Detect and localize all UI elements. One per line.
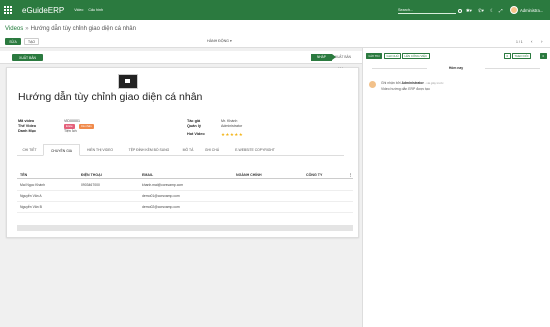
table-cell[interactable]: khanh.mai@corsvamp.com <box>142 183 183 187</box>
search-input[interactable]: Search... <box>398 7 456 14</box>
breadcrumb-separator: » <box>25 26 29 32</box>
field-value-code[interactable]: VID00001 <box>64 119 80 123</box>
message-header: Ghi nhận bởi Administrator - vài giây tr… <box>381 81 444 85</box>
breadcrumb: Videos» Hướng dẫn tùy chỉnh giao diện cá … <box>5 26 136 32</box>
field-label-hot-video: Hot Video <box>187 132 205 136</box>
stage-published[interactable]: XUẤT BẢN <box>329 54 357 61</box>
message-meta: - vài giây trước <box>424 81 444 85</box>
publish-button[interactable]: XUẤT BẢN <box>12 54 43 61</box>
field-value-author[interactable]: Mr. Khánh <box>221 119 237 123</box>
edit-button[interactable]: SỬA <box>5 38 21 45</box>
column-header-email[interactable]: EMAIL <box>142 173 153 177</box>
breadcrumb-videos[interactable]: Videos <box>5 26 23 32</box>
column-header-name[interactable]: TÊN <box>20 173 27 177</box>
field-label-manager: Quản lý <box>187 124 201 128</box>
column-header-company[interactable]: CÔNG TY <box>306 173 322 177</box>
tab-notes[interactable]: GHI CHÚ <box>199 144 225 156</box>
tab-attachments[interactable]: TỆP ĐÍNH KÈM BỔ SUNG <box>120 144 178 156</box>
control-panel: Videos» Hướng dẫn tùy chỉnh giao diện cá … <box>0 20 550 48</box>
field-label-code: Mã video <box>18 119 35 123</box>
breadcrumb-current: Hướng dẫn tùy chỉnh giao diện cá nhân <box>30 26 136 32</box>
avatar[interactable] <box>369 81 376 88</box>
phone-icon[interactable]: ✆▾ <box>478 8 484 14</box>
send-message-button[interactable]: GỬI TIN <box>366 53 382 59</box>
bug-icon[interactable]: ✱▾ <box>466 8 472 14</box>
column-header-industry[interactable]: NGÀNH CHÍNH <box>236 173 262 177</box>
tab-details[interactable]: CHI TIẾT <box>17 144 42 156</box>
message-prefix: Ghi nhận bởi <box>381 81 401 85</box>
table-cell[interactable]: demo02@corsvamp.com <box>142 205 180 209</box>
field-value-category[interactable]: Tiện Ích <box>64 129 77 133</box>
action-dropdown[interactable]: HÀNH ĐỘNG ▾ <box>207 39 232 43</box>
table-header-line <box>17 178 353 179</box>
create-button[interactable]: TẠO <box>24 38 39 45</box>
status-bar <box>0 51 362 64</box>
column-header-phone[interactable]: ĐIỆN THOẠI <box>81 173 102 177</box>
rating-stars-icon[interactable]: ★★★★★ <box>221 132 243 138</box>
expand-icon[interactable]: ⤢ <box>499 8 503 13</box>
search-icon[interactable] <box>458 9 462 13</box>
tag-badge[interactable]: Erste <box>64 124 75 129</box>
field-value-manager[interactable]: Administrator <box>221 124 242 128</box>
tab-experts[interactable]: CHUYÊN GIA <box>43 144 80 156</box>
tab-video-display[interactable]: HIỂN THỊ VIDEO <box>81 144 119 156</box>
field-label-category: Danh Mục <box>18 129 37 133</box>
followers-count[interactable]: 0 <box>540 53 547 59</box>
table-cell[interactable]: demo01@corsvamp.com <box>142 194 180 198</box>
field-label-tags: Thể Video <box>18 124 37 128</box>
tab-website-copyright[interactable]: E-WEBSITE COPYRIGHT <box>226 144 284 156</box>
chevron-left-icon[interactable]: ‹ <box>531 39 533 44</box>
menu-item-video[interactable]: Video <box>74 8 83 12</box>
field-label-author: Tác giả <box>187 119 201 123</box>
tab-description[interactable]: MÔ TẢ <box>178 144 198 156</box>
apps-menu-icon[interactable] <box>4 5 13 15</box>
brand-name[interactable]: eGuideERP <box>22 6 64 15</box>
more-options-icon[interactable]: ··· <box>338 65 343 71</box>
message-author[interactable]: Administrator <box>402 81 424 85</box>
notebook-tabs: CHI TIẾT CHUYÊN GIA HIỂN THỊ VIDEO TỆP Đ… <box>17 144 344 156</box>
user-menu[interactable]: Administra... <box>520 8 543 13</box>
record-title: Hướng dẫn tùy chỉnh giao diện cá nhân <box>18 91 203 103</box>
table-cell[interactable]: Nguyễn Văn A <box>20 194 42 198</box>
follow-button[interactable]: THEO DÕI <box>512 53 531 59</box>
message-body: Video hướng dẫn ERP được tạo <box>381 87 430 91</box>
table-cell[interactable]: Nguyễn Văn B <box>20 205 42 209</box>
date-divider <box>485 68 540 69</box>
moon-icon[interactable]: ☾ <box>490 8 494 14</box>
attachment-count[interactable]: 0 <box>504 53 511 59</box>
video-thumbnail-icon[interactable] <box>118 74 138 89</box>
menu-item-settings[interactable]: Cấu hình <box>88 8 103 12</box>
tag-badge[interactable]: Cá nhân <box>79 124 94 129</box>
log-note-button[interactable]: GHI CHÚ <box>384 53 402 59</box>
table-cell[interactable]: 0903467000 <box>81 183 100 187</box>
table-cell[interactable]: Mai Ngọc Khánh <box>20 183 45 187</box>
avatar[interactable] <box>510 6 518 14</box>
chevron-right-icon[interactable]: › <box>541 39 543 44</box>
pager-value[interactable]: 1 / 1 <box>516 40 523 44</box>
schedule-activity-button[interactable]: LÊN CÔNG VIỆC <box>402 53 430 59</box>
column-settings-icon[interactable]: ⋮ <box>349 173 353 177</box>
table-footer <box>17 225 353 231</box>
